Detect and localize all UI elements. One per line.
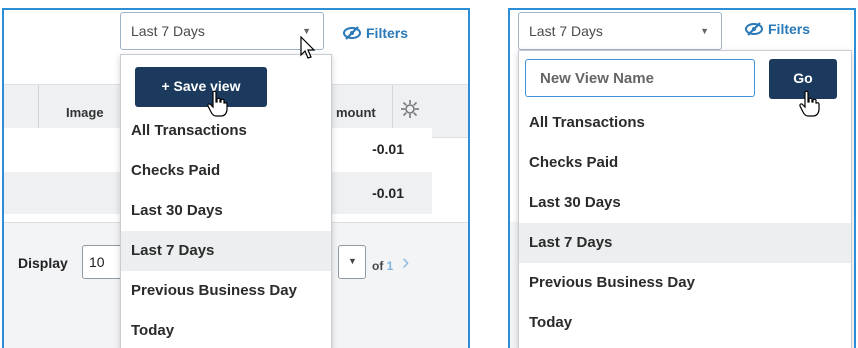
view-select-value: Last 7 Days: [131, 23, 205, 39]
filters-button[interactable]: Filters: [744, 20, 810, 37]
amount-cell: -0.01: [372, 185, 404, 201]
hand-cursor-icon: [798, 90, 820, 123]
view-select[interactable]: Last 7 Days ▼: [518, 12, 722, 50]
go-label: Go: [793, 70, 813, 86]
left-panel: Last 7 Days ▼ Filters Image mount -0.01 …: [2, 8, 470, 348]
next-page-icon[interactable]: ›: [402, 249, 409, 275]
page-size-value: 10: [89, 254, 105, 270]
amount-cell: -0.01: [372, 141, 404, 157]
menu-item-today[interactable]: Today: [121, 311, 331, 348]
menu-item-checks-paid[interactable]: Checks Paid: [519, 143, 851, 183]
menu-item-previous-business-day[interactable]: Previous Business Day: [121, 271, 331, 311]
save-view-label: + Save view: [161, 78, 241, 94]
chevron-down-icon: ▼: [348, 256, 357, 266]
column-header-image[interactable]: Image: [66, 105, 104, 120]
hand-cursor-icon: [206, 90, 228, 123]
menu-item-checks-paid[interactable]: Checks Paid: [121, 151, 331, 191]
menu-item-last-7-days[interactable]: Last 7 Days: [121, 231, 331, 271]
chevron-down-icon: ▼: [302, 26, 311, 36]
new-view-name-field[interactable]: [525, 59, 755, 97]
menu-item-last-30-days[interactable]: Last 30 Days: [121, 191, 331, 231]
display-label: Display: [18, 255, 68, 271]
filters-label: Filters: [768, 21, 811, 37]
gear-icon[interactable]: [400, 99, 420, 124]
new-view-name-input[interactable]: [526, 60, 754, 96]
menu-item-last-7-days[interactable]: Last 7 Days: [519, 223, 851, 263]
menu-item-previous-business-day[interactable]: Previous Business Day: [519, 263, 851, 303]
page-select[interactable]: ▼: [338, 245, 366, 279]
eye-slash-icon: [744, 22, 764, 36]
filters-button[interactable]: Filters: [342, 24, 408, 41]
save-view-button[interactable]: + Save view: [135, 67, 267, 107]
view-select[interactable]: Last 7 Days ▼: [120, 12, 324, 50]
chevron-down-icon: ▼: [700, 26, 709, 36]
menu-item-today[interactable]: Today: [519, 303, 851, 343]
menu-item-last-30-days[interactable]: Last 30 Days: [519, 183, 851, 223]
page-count: of 1: [372, 259, 394, 273]
filters-label: Filters: [366, 25, 409, 41]
view-select-value: Last 7 Days: [529, 23, 603, 39]
right-panel: Last 7 Days ▼ Filters Go All Transaction…: [508, 8, 856, 348]
column-header-amount[interactable]: mount: [336, 105, 376, 120]
eye-slash-icon: [342, 26, 362, 40]
arrow-cursor-icon: [300, 35, 316, 65]
